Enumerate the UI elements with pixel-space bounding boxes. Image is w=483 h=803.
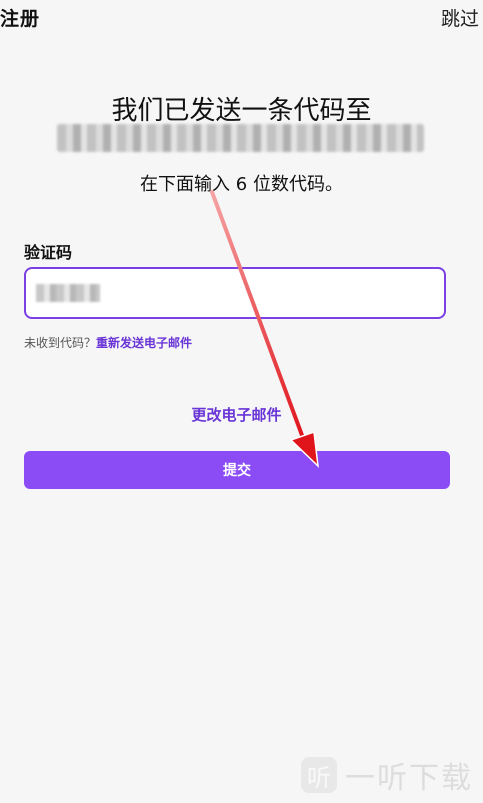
redacted-code-value (36, 284, 100, 302)
code-field-label: 验证码 (24, 243, 73, 262)
code-instruction: 在下面输入 6 位数代码。 (140, 174, 343, 195)
verification-headline: 我们已发送一条代码至 (111, 96, 372, 126)
verification-code-input[interactable] (24, 267, 446, 319)
resend-row: 未收到代码？重新发送电子邮件 (24, 334, 192, 351)
redacted-email-address (57, 124, 424, 152)
watermark-text: 一听下载 (345, 761, 473, 796)
resend-prompt: 未收到代码？ (24, 336, 97, 350)
submit-button[interactable]: 提交 (24, 451, 450, 489)
skip-button[interactable]: 跳过 (441, 4, 479, 31)
watermark-logo-icon: 听 (301, 757, 337, 793)
page-title: 注册 (0, 8, 41, 30)
resend-email-link[interactable]: 重新发送电子邮件 (96, 336, 192, 350)
change-email-link[interactable]: 更改电子邮件 (0, 404, 473, 425)
watermark: 听 一听下载 (301, 753, 473, 797)
